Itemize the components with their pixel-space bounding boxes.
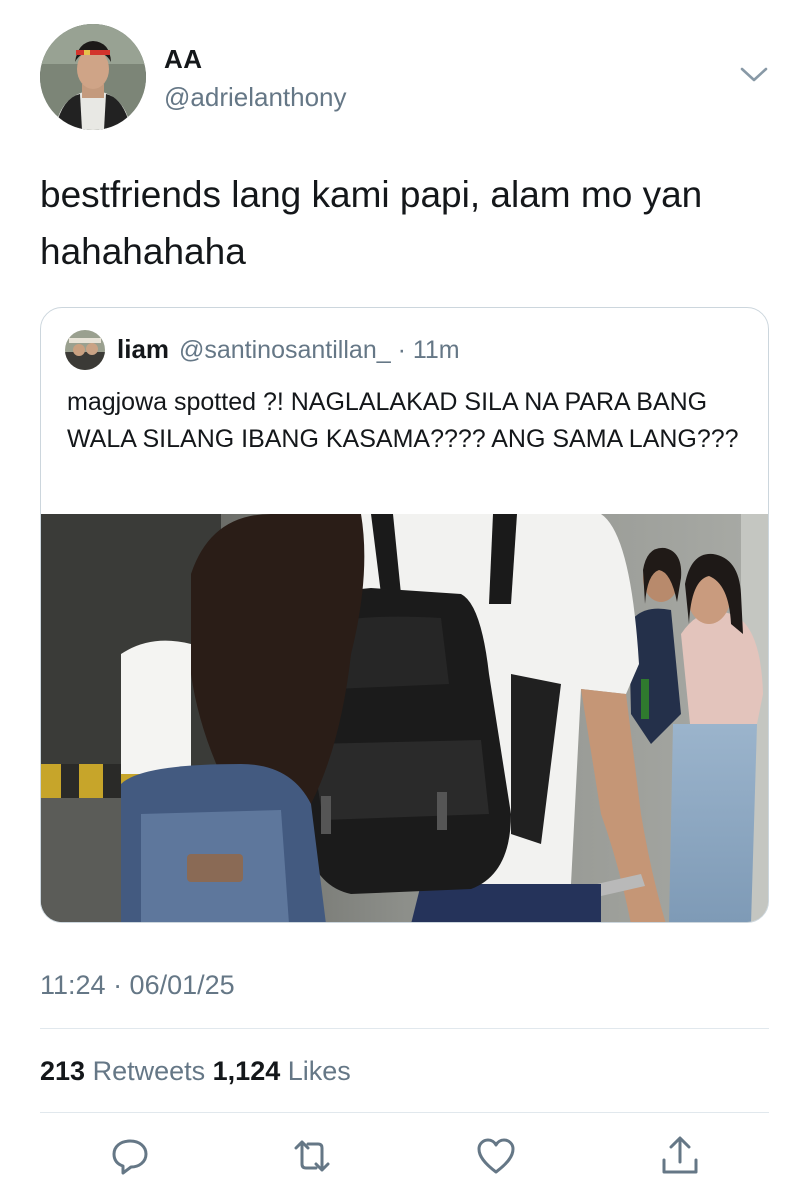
likes-label[interactable]: Likes (288, 1056, 351, 1086)
quoted-author-avatar (65, 330, 105, 370)
quoted-author-handle: @santinosantillan_ · 11m (179, 336, 460, 364)
likes-count[interactable]: 1,124 (213, 1056, 281, 1086)
tweet-text: bestfriends lang kami papi, alam mo yan … (40, 174, 703, 272)
quoted-tweet[interactable]: liam @santinosantillan_ · 11m magjowa sp… (40, 307, 769, 923)
retweet-icon[interactable] (290, 1134, 334, 1178)
author-avatar[interactable] (40, 24, 146, 130)
retweets-count[interactable]: 213 (40, 1056, 85, 1086)
divider (40, 1028, 769, 1029)
tweet-stats: 213 Retweets 1,124 Likes (40, 1056, 351, 1087)
share-icon[interactable] (658, 1134, 702, 1178)
author-name[interactable]: AA (164, 44, 203, 75)
retweets-label[interactable]: Retweets (93, 1056, 206, 1086)
quoted-tweet-text: magjowa spotted ?! NAGLALAKAD SILA NA PA… (67, 388, 739, 453)
tweet-detail: AA @adrielanthony bestfriends lang kami … (0, 0, 808, 1200)
divider (40, 1112, 769, 1113)
author-handle[interactable]: @adrielanthony (164, 82, 347, 113)
tweet-timestamp: 11:24 · 06/01/25 (40, 970, 235, 1000)
quoted-tweet-photo[interactable] (41, 514, 768, 922)
chevron-down-icon[interactable] (738, 62, 770, 86)
reply-icon[interactable] (108, 1134, 152, 1178)
quoted-author-name: liam (117, 334, 170, 364)
heart-icon[interactable] (474, 1134, 518, 1178)
